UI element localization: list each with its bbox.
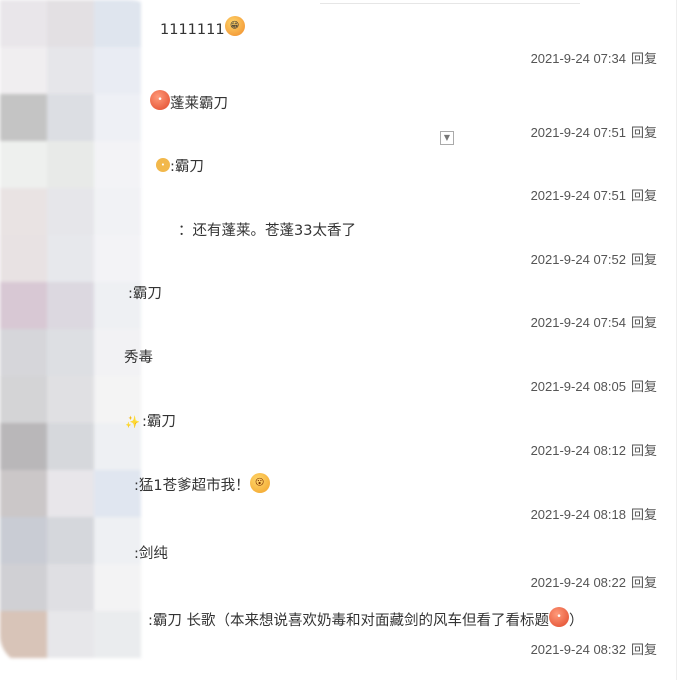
reply-content: :霸刀 (128, 284, 162, 304)
reply-timestamp: 2021-9-24 08:22 (530, 575, 626, 590)
reply-meta: 2021-9-24 07:34 回复 (531, 48, 657, 67)
reply-content: •:霸刀 (156, 157, 204, 177)
reply-content: • 蓬莱霸刀 (150, 90, 228, 114)
reply-text: :猛1苍爹超市我！ (134, 478, 250, 494)
reply-text: 蓬莱霸刀 (170, 96, 228, 112)
reply-meta: 2021-9-24 08:22 回复 (531, 572, 657, 591)
reply-content: 1111111 😁 (160, 16, 245, 40)
reply-text: :剑纯 (134, 546, 168, 562)
reply-timestamp: 2021-9-24 08:32 (530, 642, 626, 657)
reply-row: • 蓬莱霸刀 2021-9-24 07:51 回复 (0, 74, 676, 140)
reply-row: •:霸刀 2021-9-24 07:51 回复 (0, 137, 676, 203)
small-emoji: • (156, 158, 170, 172)
reply-row: :霸刀 长歌（本来想说喜欢奶毒和对面藏剑的风车但看了看标题 •） 2021-9-24… (0, 591, 676, 658)
reply-meta: 2021-9-24 08:18 回复 (531, 504, 657, 523)
reply-button[interactable]: 回复 (631, 51, 657, 66)
reply-row: ✨:霸刀 2021-9-24 08:12 回复 (0, 392, 676, 458)
reply-button[interactable]: 回复 (631, 575, 657, 590)
reply-text: :霸刀 (170, 159, 204, 175)
right-divider (676, 0, 677, 680)
reply-timestamp: 2021-9-24 08:18 (530, 507, 626, 522)
reply-row: :霸刀 2021-9-24 07:54 回复 (0, 264, 676, 330)
reply-row: 秀毒 2021-9-24 08:05 回复 (0, 328, 676, 394)
red-emoji: • (549, 607, 569, 627)
reply-text: 1111111 (160, 22, 225, 38)
reply-text-tail: ） (569, 613, 584, 629)
reply-row: ：还有蓬莱。苍蓬33太香了 2021-9-24 07:52 回复 (0, 201, 676, 267)
reply-timestamp: 2021-9-24 07:34 (530, 51, 626, 66)
shock-emoji: 😮 (249, 473, 270, 493)
reply-content: ✨:霸刀 (125, 412, 176, 432)
reply-text: :霸刀 (128, 286, 162, 302)
red-emoji: • (150, 90, 170, 110)
reply-content: ：还有蓬莱。苍蓬33太香了 (178, 221, 356, 241)
reply-text: :霸刀 长歌（本来想说喜欢奶毒和对面藏剑的风车但看了看标题 (148, 613, 549, 629)
reply-meta: 2021-9-24 08:32 回复 (531, 639, 657, 658)
reply-text: ：还有蓬莱。苍蓬33太香了 (178, 223, 356, 239)
reply-text: 秀毒 (124, 350, 153, 366)
reply-button[interactable]: 回复 (631, 642, 657, 657)
reply-content: 秀毒 (124, 348, 153, 368)
reply-content: :霸刀 长歌（本来想说喜欢奶毒和对面藏剑的风车但看了看标题 •） (148, 607, 584, 631)
dropdown-toggle-icon[interactable]: ▼ (440, 131, 454, 145)
reply-row: :剑纯 2021-9-24 08:22 回复 (0, 524, 676, 591)
reply-button[interactable]: 回复 (631, 507, 657, 522)
reply-text: :霸刀 (141, 414, 176, 430)
reply-content: :剑纯 (134, 544, 168, 564)
reply-row: 1111111 😁 2021-9-24 07:34 回复 (0, 0, 676, 67)
grin-emoji: 😁 (224, 16, 245, 36)
reply-content: :猛1苍爹超市我！ 😮 (134, 473, 270, 496)
sparkle-emoji: ✨ (125, 415, 140, 429)
reply-row: :猛1苍爹超市我！ 😮 2021-9-24 08:18 回复 (0, 456, 676, 523)
